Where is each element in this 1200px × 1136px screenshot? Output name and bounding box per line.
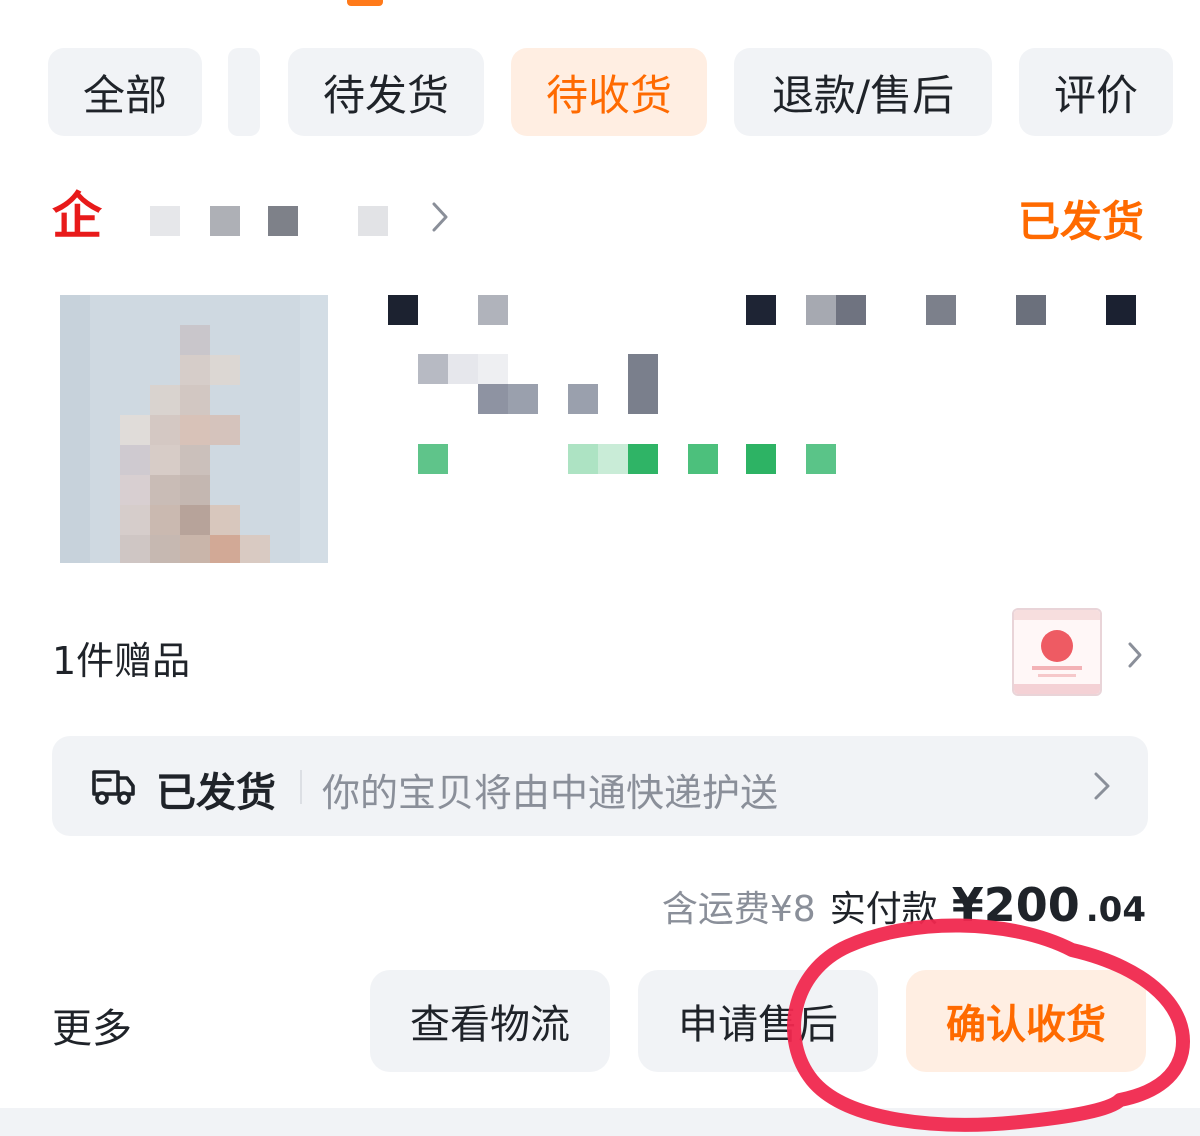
more-button[interactable]: 更多	[52, 996, 132, 1054]
tab-label: 退款/售后	[771, 70, 955, 120]
chevron-right-icon[interactable]	[1092, 770, 1112, 802]
truck-icon	[92, 770, 135, 805]
shop-badge: 企	[52, 187, 102, 245]
tab-label: 待收货	[545, 70, 672, 120]
button-label: 查看物流	[410, 1002, 570, 1048]
apply-aftersale-button[interactable]: 申请售后	[638, 970, 878, 1072]
tab-pending-receipt[interactable]: 待收货	[511, 48, 707, 136]
tab-label: 全部	[82, 70, 167, 120]
chevron-right-icon[interactable]	[1126, 640, 1144, 670]
shipping-fee: 含运费¥8	[661, 889, 816, 930]
tab-review[interactable]: 评价	[1019, 48, 1173, 136]
button-label: 确认收货	[946, 1002, 1106, 1048]
shipping-status: 已发货	[156, 770, 276, 816]
order-status: 已发货	[1017, 197, 1144, 246]
price-summary: 含运费¥8 实付款 ¥200 .04	[662, 878, 1146, 932]
tab-all[interactable]: 全部	[48, 48, 202, 136]
paid-label: 实付款	[829, 889, 938, 930]
tab-pending-shipment[interactable]: 待发货	[288, 48, 484, 136]
confirm-receipt-button[interactable]: 确认收货	[906, 970, 1146, 1072]
shipping-description: 你的宝贝将由中通快递护送	[322, 771, 779, 815]
divider	[300, 770, 302, 804]
annotation-circle	[787, 918, 1190, 1132]
tab-refund-aftersale[interactable]: 退款/售后	[734, 48, 992, 136]
list-separator	[0, 1108, 1200, 1136]
paid-cents: .04	[1085, 890, 1146, 930]
tab-label: 待发货	[322, 70, 449, 120]
gift-label[interactable]: 1件赠品	[52, 630, 190, 685]
product-image[interactable]	[60, 295, 328, 563]
tab-scroll-indicator	[347, 0, 383, 6]
paid-amount: ¥200	[951, 878, 1080, 932]
tab-hidden-partial[interactable]	[228, 48, 260, 136]
tab-label: 评价	[1053, 70, 1138, 120]
button-label: 申请售后	[678, 1002, 838, 1048]
gift-thumbnail[interactable]	[1012, 608, 1102, 696]
view-logistics-button[interactable]: 查看物流	[370, 970, 610, 1072]
chevron-right-icon[interactable]	[430, 200, 450, 234]
